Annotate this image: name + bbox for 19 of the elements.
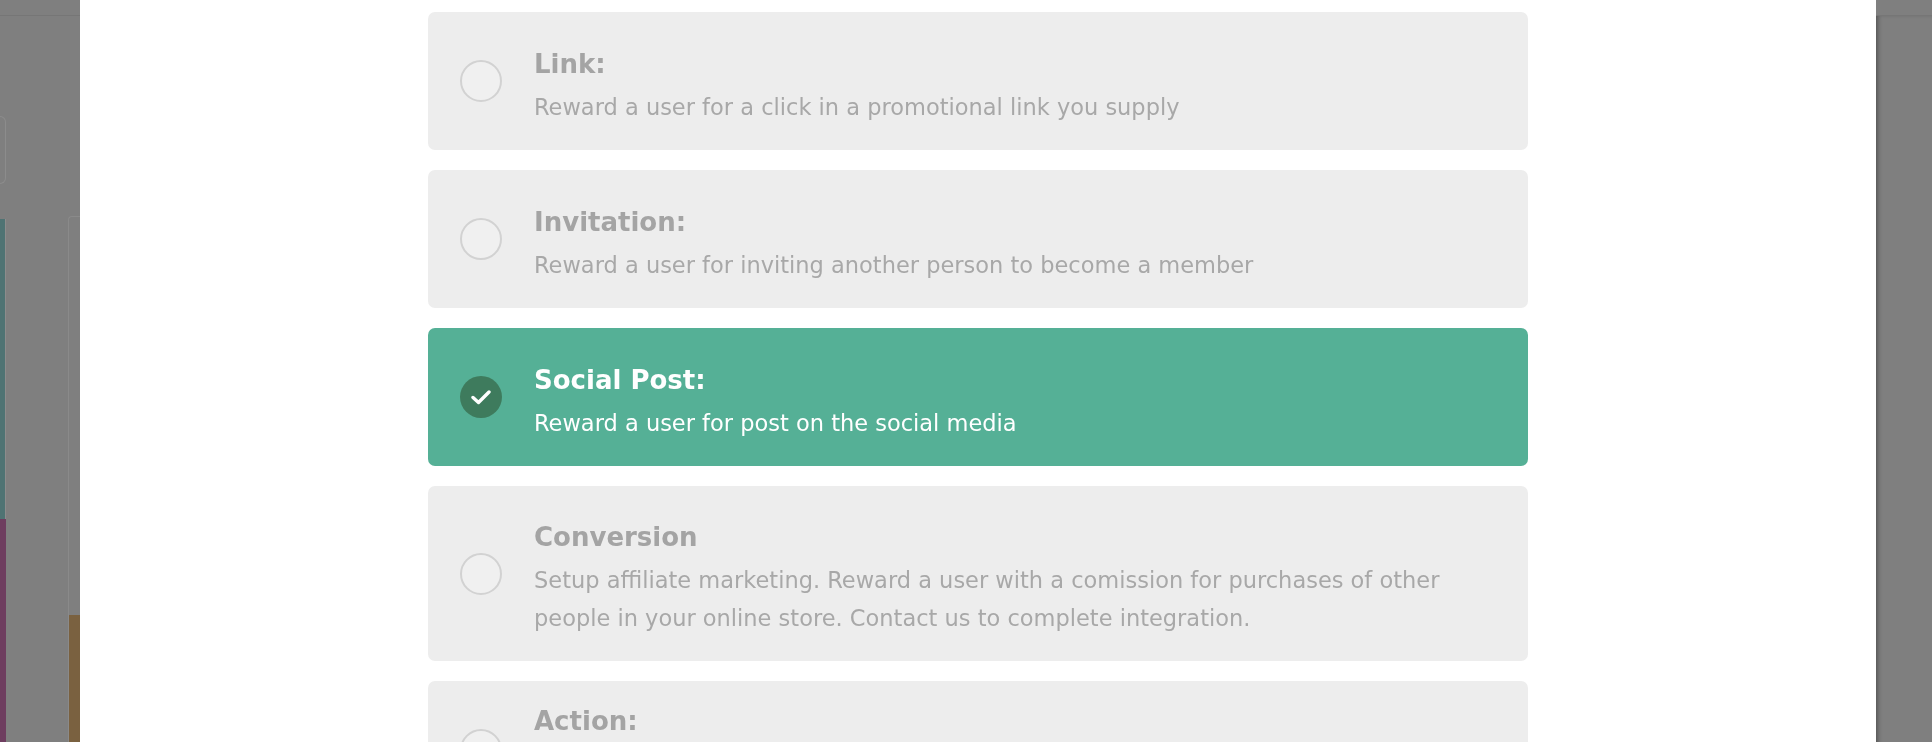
option-title: Conversion (534, 521, 699, 554)
radio-button[interactable] (460, 60, 502, 102)
option-title: Invitation: (534, 205, 688, 239)
radio-button[interactable] (460, 376, 502, 418)
reward-option[interactable]: Action: (428, 681, 1528, 742)
option-description: Reward a user for post on the social media (534, 408, 1017, 438)
option-title: Action: (534, 705, 638, 738)
option-description: Reward a user for inviting another person to become a member (534, 250, 1254, 280)
option-description: Setup affiliate marketing. Reward a user with a comission for purchases of other people in your online store. Contact us to complete integration. (534, 566, 1441, 633)
reward-option[interactable]: Link: Reward a user for a click in a promotional link you supply (428, 12, 1528, 150)
radio-button[interactable] (460, 552, 502, 595)
option-title: Social Post: (534, 363, 707, 397)
option-title: Link: (534, 47, 607, 81)
reward-option[interactable]: Conversion Setup affiliate marketing. Reward a user with a comission for purchases of other people in your online store. Contact us to complete integration. (428, 486, 1528, 661)
radio-button[interactable] (460, 218, 502, 260)
reward-option[interactable]: Social Post: Reward a user for post on the social media (428, 328, 1528, 466)
check-icon (471, 389, 491, 405)
option-description: Reward a user for a click in a promotional link you supply (534, 92, 1180, 122)
reward-option[interactable]: Invitation: Reward a user for inviting another person to become a member (428, 170, 1528, 308)
